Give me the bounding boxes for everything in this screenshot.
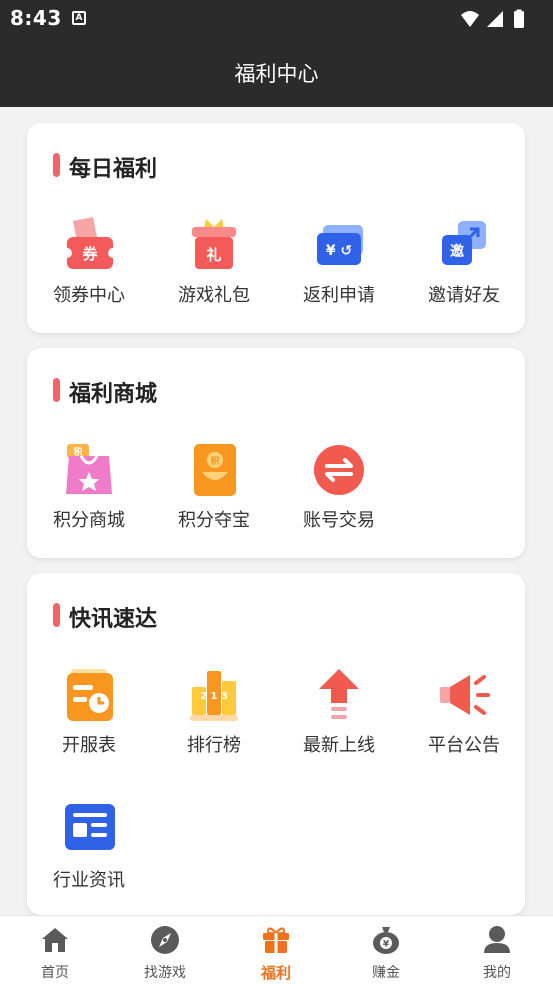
item-new-release[interactable]: 最新上线 [284, 665, 394, 765]
server-schedule-icon [67, 669, 113, 721]
section-marker [53, 603, 60, 627]
item-label: 游戏礼包 [178, 285, 250, 306]
item-label: 返利申请 [303, 285, 375, 306]
item-announcement[interactable]: 平台公告 [409, 665, 519, 765]
points-mall-icon: 积 [66, 444, 112, 494]
svg-text:邀: 邀 [450, 243, 464, 260]
home-icon [42, 928, 68, 952]
bottom-tab-bar: 首页 找游戏 福利 ¥ 赚金 我的 [0, 915, 553, 984]
status-bar: 8:43 A [0, 0, 553, 36]
gift-icon [263, 927, 289, 953]
item-label: 领券中心 [53, 285, 125, 306]
tab-label: 赚金 [372, 965, 400, 981]
item-label: 最新上线 [303, 735, 375, 756]
a-box-icon: A [72, 11, 86, 25]
section-daily-welfare: 每日福利 券 领券中心 礼 游戏礼包 ¥ ↺ 返利申请 邀 邀请好友 [27, 123, 525, 333]
leaderboard-icon: 2 1 3 [190, 671, 238, 721]
tab-profile[interactable]: 我的 [442, 916, 552, 984]
svg-text:¥: ¥ [383, 940, 390, 950]
item-label: 积分夺宝 [178, 510, 250, 531]
item-coupon-center[interactable]: 券 领券中心 [34, 215, 144, 315]
tab-label: 首页 [41, 965, 69, 981]
item-label: 积分商城 [53, 510, 125, 531]
item-account-trade[interactable]: 账号交易 [284, 440, 394, 540]
tab-label: 福利 [260, 964, 291, 982]
section-quick-news: 快讯速达 开服表 2 1 3 排行榜 最新上线 平台公告 行业资讯 [27, 573, 525, 915]
profile-icon [484, 926, 510, 953]
section-marker [53, 153, 60, 177]
points-treasure-icon: 积 [194, 444, 236, 496]
item-industry-news[interactable]: 行业资讯 [34, 798, 144, 898]
gift-pack-icon: 礼 [192, 219, 236, 269]
announcement-icon [440, 675, 490, 715]
item-label: 开服表 [62, 735, 116, 756]
item-points-treasure[interactable]: 积 积分夺宝 [159, 440, 269, 540]
section-title: 每日福利 [69, 157, 158, 182]
rebate-icon: ¥ ↺ [317, 225, 363, 265]
section-welfare-mall: 福利商城 积 积分商城 积 积分夺宝 账号交易 [27, 348, 525, 558]
signal-icon [487, 11, 503, 27]
item-label: 排行榜 [187, 735, 241, 756]
system-indicators [461, 9, 524, 28]
section-title: 福利商城 [69, 382, 158, 407]
status-time: 8:43 [10, 6, 62, 30]
tab-home[interactable]: 首页 [0, 916, 110, 984]
item-invite-friends[interactable]: 邀 邀请好友 [409, 215, 519, 315]
wifi-icon [461, 11, 479, 27]
content-area[interactable]: 每日福利 券 领券中心 礼 游戏礼包 ¥ ↺ 返利申请 邀 邀请好友 福利商城 … [0, 107, 553, 915]
svg-text:礼: 礼 [206, 246, 221, 264]
page-title: 福利中心 [234, 62, 319, 86]
item-points-mall[interactable]: 积 积分商城 [34, 440, 144, 540]
svg-text:券: 券 [82, 245, 98, 263]
item-leaderboard[interactable]: 2 1 3 排行榜 [159, 665, 269, 765]
svg-text:积: 积 [210, 455, 219, 467]
invite-icon: 邀 [442, 221, 486, 265]
tab-welfare[interactable]: 福利 [221, 916, 331, 984]
new-release-icon [319, 669, 359, 719]
section-marker [53, 378, 60, 402]
tab-label: 找游戏 [144, 965, 186, 981]
battery-icon [514, 11, 524, 28]
news-icon [65, 804, 115, 850]
svg-text:2 1 3: 2 1 3 [200, 691, 228, 702]
item-label: 邀请好友 [428, 285, 500, 306]
item-label: 账号交易 [303, 510, 375, 531]
money-bag-icon: ¥ [373, 927, 399, 954]
account-trade-icon [314, 445, 364, 495]
compass-icon [151, 926, 179, 954]
item-rebate-request[interactable]: ¥ ↺ 返利申请 [284, 215, 394, 315]
item-label: 行业资讯 [53, 870, 125, 891]
tab-label: 我的 [483, 965, 511, 981]
coupon-icon: 券 [62, 217, 118, 269]
item-label: 平台公告 [428, 735, 500, 756]
section-title: 快讯速达 [69, 607, 158, 632]
svg-text:¥ ↺: ¥ ↺ [326, 243, 352, 259]
tab-find-games[interactable]: 找游戏 [110, 916, 220, 984]
title-bar: 福利中心 [0, 36, 553, 107]
item-server-schedule[interactable]: 开服表 [34, 665, 144, 765]
tab-earn-gold[interactable]: ¥ 赚金 [331, 916, 441, 984]
item-game-gift-pack[interactable]: 礼 游戏礼包 [159, 215, 269, 315]
